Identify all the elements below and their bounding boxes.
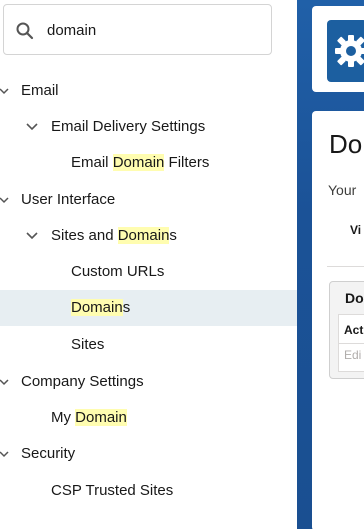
view-tab-label[interactable]: Vi [350, 223, 361, 237]
search-icon [16, 22, 34, 40]
chevron-down-icon[interactable] [26, 121, 38, 133]
tree-item-custom-urls[interactable]: Custom URLs [0, 254, 297, 290]
search-match-highlight: Domain [112, 154, 165, 171]
tree-item-sites-and-domains[interactable]: Sites and Domains [0, 218, 297, 254]
chevron-down-icon[interactable] [0, 194, 10, 206]
tree-item-label: My Domain [51, 409, 127, 426]
domains-table: Act Edi [338, 314, 364, 372]
tree-item-label: Email [21, 82, 59, 99]
search-match-highlight: Domain [71, 299, 123, 316]
tree-item-csp-trusted-sites[interactable]: CSP Trusted Sites [0, 473, 297, 509]
tree-item-email-delivery-settings[interactable]: Email Delivery Settings [0, 109, 297, 145]
chevron-down-icon[interactable] [0, 376, 10, 388]
setup-tile [327, 20, 364, 82]
chevron-down-icon[interactable] [0, 85, 10, 97]
tree-item-label: Security [21, 445, 76, 462]
main-content-area [297, 0, 364, 529]
page-description: Your [328, 182, 357, 198]
setup-tree-panel: domain Email Email Delivery Settings Ema… [0, 0, 297, 529]
tree-item-domains[interactable]: Domains [0, 290, 297, 326]
divider [327, 266, 364, 267]
divider [339, 343, 364, 344]
tree-item-sites[interactable]: Sites [0, 327, 297, 363]
page-header-card [312, 6, 364, 92]
domains-card-title: Do [345, 290, 364, 306]
tree-item-user-interface[interactable]: User Interface [0, 182, 297, 218]
edit-link[interactable]: Edi [344, 348, 361, 362]
domains-card: Do Act Edi [329, 281, 364, 379]
tree-item-label: Email Domain Filters [71, 154, 210, 171]
tree-item-label: Email Delivery Settings [51, 118, 206, 135]
tree-item-my-domain[interactable]: My Domain [0, 400, 297, 436]
tree-item-label: CSP Trusted Sites [51, 482, 174, 499]
search-input[interactable]: domain [47, 22, 96, 39]
chevron-down-icon[interactable] [26, 230, 38, 242]
tree-item-label: Sites and Domains [51, 227, 177, 244]
page-title: Do [329, 129, 363, 159]
tree-item-label: Company Settings [21, 373, 144, 390]
search-match-highlight: Domain [75, 409, 127, 426]
quick-find-search-box[interactable]: domain [3, 4, 272, 55]
tree-item-email[interactable]: Email [0, 73, 297, 109]
tree-item-security[interactable]: Security [0, 436, 297, 472]
tree-item-label: Sites [71, 336, 105, 353]
tree-item-label: Custom URLs [71, 263, 165, 280]
gear-icon [335, 35, 364, 67]
tree-item-company-settings[interactable]: Company Settings [0, 364, 297, 400]
chevron-down-icon[interactable] [0, 448, 10, 460]
search-match-highlight: Domain [117, 227, 170, 244]
tree-item-email-domain-filters[interactable]: Email Domain Filters [0, 145, 297, 181]
tree-item-label: User Interface [21, 191, 116, 208]
tree-item-label: Domains [71, 299, 131, 316]
table-header-action: Act [344, 323, 364, 337]
